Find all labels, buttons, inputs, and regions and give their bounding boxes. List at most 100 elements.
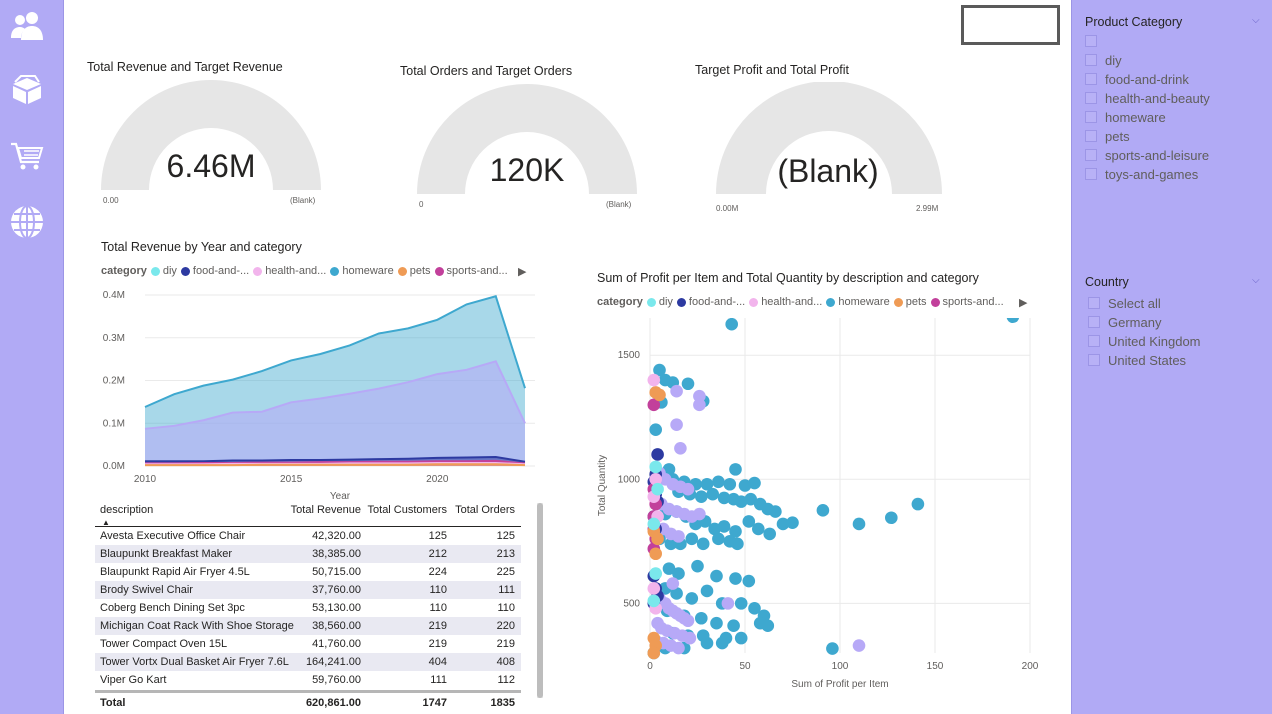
legend-next-arrow[interactable]: ▶	[518, 265, 526, 278]
legend-item-pets[interactable]: pets	[893, 296, 927, 308]
slicer-option[interactable]: homeware	[1085, 108, 1166, 126]
legend-item-health-and-beauty[interactable]: health-and...	[253, 265, 326, 277]
scatter-point-homeware	[725, 318, 738, 331]
cell-description: Avesta Executive Office Chair	[100, 530, 246, 542]
checkbox[interactable]	[1085, 130, 1097, 142]
y-tick-label: 0.3M	[103, 333, 125, 344]
checkbox[interactable]	[1085, 54, 1097, 66]
table-row[interactable]: Tower Vortx Dual Basket Air Fryer 7.6L 16…	[95, 653, 521, 671]
scatter-point-toys-and-games	[721, 597, 735, 610]
slicer-option[interactable]	[1085, 32, 1105, 50]
legend-item-diy[interactable]: diy	[646, 296, 673, 308]
scatter-point-toys-and-games	[666, 577, 680, 590]
chevron-down-icon[interactable]: ⌵	[1252, 275, 1260, 286]
slicer-option-label: United Kingdom	[1108, 333, 1201, 349]
scatter-point-homeware	[816, 504, 830, 517]
slicer-option-label: food-and-drink	[1105, 71, 1189, 87]
scatter-point-homeware	[1006, 318, 1020, 324]
x-axis-label: Year	[330, 491, 351, 502]
header-label: description	[100, 504, 154, 516]
slicer-option[interactable]: food-and-drink	[1085, 70, 1189, 88]
table-row[interactable]: Michigan Coat Rack With Shoe Storage 38,5…	[95, 617, 521, 635]
cell-description: Brody Swivel Chair	[100, 584, 193, 596]
gauge-title: Total Revenue and Target Revenue	[87, 60, 283, 74]
scatter-point-homeware	[712, 532, 725, 546]
scatter-point-pets	[649, 547, 662, 561]
legend-item-pets[interactable]: pets	[397, 265, 431, 277]
slicer-option[interactable]: diy	[1085, 51, 1122, 69]
y-axis-label: Total Quantity	[597, 455, 608, 516]
gauge-value: (Blank)	[777, 153, 879, 189]
legend-item-health-and-beauty[interactable]: health-and...	[749, 296, 822, 308]
cart-icon[interactable]	[9, 138, 45, 174]
table-row[interactable]: Tower Compact Oven 15L 41,760.00 219 219	[95, 635, 521, 653]
globe-icon[interactable]	[9, 204, 45, 240]
table-row[interactable]: Viper Go Kart 59,760.00 111 112	[95, 671, 521, 689]
cell-description: Viper Go Kart	[100, 674, 167, 686]
checkbox[interactable]	[1085, 111, 1097, 123]
table-row[interactable]: Blaupunkt Breakfast Maker 38,385.00 212 213	[95, 545, 521, 563]
legend-item-food-and-drink[interactable]: food-and-...	[180, 265, 250, 277]
scatter-point-homeware	[826, 642, 839, 655]
checkbox[interactable]	[1088, 354, 1100, 366]
checkbox[interactable]	[1088, 335, 1100, 347]
table-row[interactable]: Blaupunkt Rapid Air Fryer 4.5L 50,715.00 2…	[95, 563, 521, 581]
x-tick-label: 100	[832, 661, 849, 672]
slicer-option[interactable]: Germany	[1088, 313, 1161, 331]
scatter-point-diy	[647, 594, 661, 608]
table-row[interactable]: Coberg Bench Dining Set 3pc 53,130.00 110 1…	[95, 599, 521, 617]
cell-description: Michigan Coat Rack With Shoe Storage	[100, 620, 294, 632]
legend-item-homeware[interactable]: homeware	[826, 296, 890, 308]
area-chart-legend: category diy food-and-... health-and... …	[101, 265, 531, 277]
slicer-option-label: sports-and-leisure	[1105, 147, 1210, 163]
gauge-value: 6.46M	[166, 148, 256, 184]
scatter-point-homeware	[649, 423, 662, 436]
checkbox[interactable]	[1085, 149, 1097, 161]
legend-item-diy[interactable]: diy	[150, 265, 177, 277]
checkbox[interactable]	[1085, 35, 1097, 47]
legend-next-arrow[interactable]: ▶	[1019, 296, 1027, 309]
slicer-option-label: health-and-beauty	[1105, 90, 1210, 106]
cell-customers: 111	[430, 674, 447, 686]
area-chart-plot: 0.0M 0.1M 0.2M 0.3M 0.4M 2010 2015 2020 Year	[103, 290, 535, 502]
slicer-option[interactable]: pets	[1085, 127, 1130, 145]
table-scrollbar-thumb[interactable]	[537, 503, 543, 698]
legend-item-sports-and-leisure[interactable]: sports-and...	[434, 265, 508, 277]
scatter-point-homeware	[911, 497, 925, 511]
scatter-point-toys-and-games	[674, 441, 687, 455]
slicer-option-label: United States	[1108, 352, 1187, 368]
slicer-option[interactable]: toys-and-games	[1085, 165, 1198, 183]
slicer-option[interactable]: Select all	[1088, 294, 1161, 312]
slicer-option[interactable]: United Kingdom	[1088, 332, 1201, 350]
people-icon[interactable]	[9, 8, 45, 44]
scatter-point-toys-and-games	[681, 482, 695, 496]
cell-orders: 110	[497, 602, 515, 614]
checkbox[interactable]	[1085, 73, 1097, 85]
table-row[interactable]: Brody Swivel Chair 37,760.00 110 111	[95, 581, 521, 599]
checkbox[interactable]	[1088, 297, 1100, 309]
slicer-option[interactable]: sports-and-leisure	[1085, 146, 1209, 164]
checkbox[interactable]	[1085, 168, 1097, 180]
table-row[interactable]: Avesta Executive Office Chair 42,320.00 12…	[95, 527, 521, 545]
slicer-option[interactable]: United States	[1088, 351, 1186, 369]
legend-label: food-and-...	[192, 265, 250, 277]
cell-revenue: 38,560.00	[312, 620, 361, 632]
checkbox[interactable]	[1085, 92, 1097, 104]
scatter-point-diy	[651, 482, 664, 496]
checkbox[interactable]	[1088, 316, 1100, 328]
empty-card[interactable]	[961, 5, 1060, 45]
scatter-point-homeware	[729, 572, 742, 585]
gauge-min-label: 0.00	[103, 196, 119, 205]
cell-revenue: 42,320.00	[312, 530, 361, 542]
gauge-max-label: (Blank)	[606, 200, 632, 209]
scatter-point-homeware	[731, 537, 744, 551]
scatter-point-homeware	[710, 616, 723, 630]
scatter-point-pets	[651, 532, 664, 546]
slicer-option[interactable]: health-and-beauty	[1085, 89, 1210, 107]
chevron-down-icon[interactable]: ⌵	[1252, 15, 1260, 26]
box-icon[interactable]	[9, 72, 45, 108]
y-tick-label: 0.4M	[103, 290, 125, 301]
legend-item-sports-and-leisure[interactable]: sports-and...	[930, 296, 1004, 308]
legend-item-homeware[interactable]: homeware	[330, 265, 394, 277]
legend-item-food-and-drink[interactable]: food-and-...	[676, 296, 745, 308]
